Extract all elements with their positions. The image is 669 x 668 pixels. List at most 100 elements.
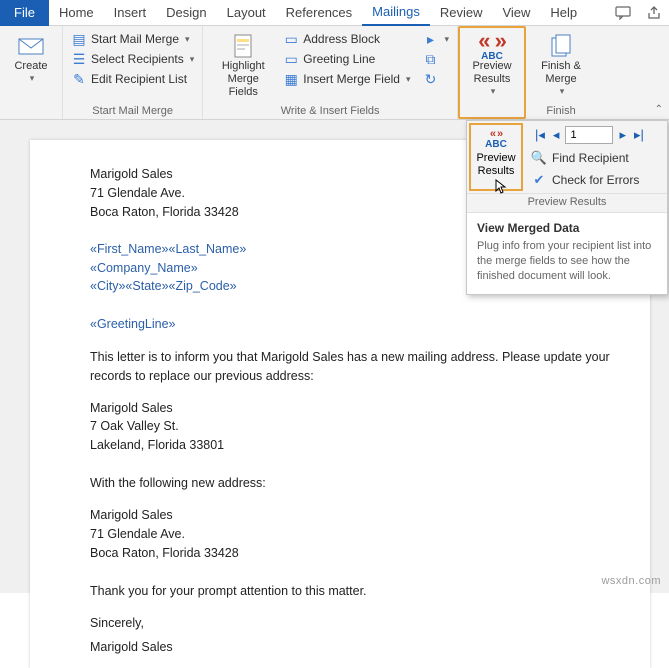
group-write-insert: Highlight Merge Fields ▭ Address Block ▭… — [203, 26, 458, 119]
tab-layout[interactable]: Layout — [217, 0, 276, 26]
finish-merge-label: Finish & Merge — [536, 60, 586, 86]
preview-results-big-button[interactable]: « » ABC Preview Results — [469, 123, 523, 191]
group-create: Create ▾ — [0, 26, 63, 119]
prev-record-button[interactable]: ◂ — [551, 127, 562, 143]
select-recipients-label: Select Recipients — [91, 52, 184, 66]
start-mail-merge-label: Start Mail Merge — [91, 32, 179, 46]
thanks-line: Thank you for your prompt attention to t… — [90, 582, 620, 601]
group-start-mail-merge: ▤ Start Mail Merge ▾ ☰ Select Recipients… — [63, 26, 203, 119]
create-label: Create — [14, 60, 47, 73]
preview-results-button[interactable]: « » ABC Preview Results ▾ — [464, 30, 520, 99]
next-record-button[interactable]: ▸ — [617, 127, 628, 143]
greeting-line-label: Greeting Line — [303, 52, 375, 66]
tab-references[interactable]: References — [276, 0, 362, 26]
tooltip-body: Plug info from your recipient list into … — [477, 239, 657, 284]
tab-design[interactable]: Design — [156, 0, 216, 26]
address-block-button[interactable]: ▭ Address Block — [281, 30, 412, 48]
cursor-icon — [495, 179, 507, 195]
new-addr-csz: Boca Raton, Florida 33428 — [90, 545, 620, 562]
group-label-create — [6, 103, 56, 117]
tab-file[interactable]: File — [0, 0, 49, 26]
finish-merge-button[interactable]: Finish & Merge ▾ — [532, 30, 590, 99]
find-recipient-button[interactable]: 🔍 Find Recipient — [529, 147, 663, 169]
tooltip: View Merged Data Plug info from your rec… — [467, 213, 667, 294]
highlight-merge-fields-button[interactable]: Highlight Merge Fields — [209, 30, 277, 102]
edit-recipient-list-label: Edit Recipient List — [91, 72, 187, 86]
match-fields-button[interactable]: ⧉ — [420, 50, 451, 68]
rules-icon: ▸ — [422, 31, 438, 47]
preview-results-popover: « » ABC Preview Results |◂ ◂ ▸ ▸| 🔍 Find… — [466, 120, 668, 295]
chevron-down-icon: ▾ — [406, 74, 411, 85]
old-addr-name: Marigold Sales — [90, 400, 620, 417]
tab-mailings[interactable]: Mailings — [362, 0, 430, 26]
finish-icon — [549, 32, 573, 60]
check-for-errors-button[interactable]: ✔ Check for Errors — [529, 169, 663, 191]
watermark: wsxdn.com — [601, 575, 661, 587]
insert-merge-field-button[interactable]: ▦ Insert Merge Field ▾ — [281, 70, 412, 88]
tab-help[interactable]: Help — [540, 0, 587, 26]
new-addr-street: 71 Glendale Ave. — [90, 526, 620, 543]
tab-review[interactable]: Review — [430, 0, 493, 26]
address-icon: ▭ — [283, 31, 299, 47]
tooltip-title: View Merged Data — [477, 221, 657, 235]
old-addr-csz: Lakeland, Florida 33801 — [90, 437, 620, 454]
find-recipient-label: Find Recipient — [552, 151, 629, 165]
ribbon: Create ▾ ▤ Start Mail Merge ▾ ☰ Select R… — [0, 26, 669, 120]
greeting-icon: ▭ — [283, 51, 299, 67]
comment-icon[interactable] — [607, 2, 639, 24]
ribbon-tab-bar: File Home Insert Design Layout Reference… — [0, 0, 669, 26]
chevron-down-icon: ▾ — [491, 86, 496, 97]
group-preview-results: « » ABC Preview Results ▾ — [458, 26, 526, 119]
preview-results-big-label: Preview Results — [476, 152, 515, 178]
preview-results-icon: « » ABC — [485, 129, 507, 150]
closing-line: Sincerely, — [90, 614, 620, 633]
preview-results-icon: « » ABC — [478, 32, 506, 60]
last-record-button[interactable]: ▸| — [632, 127, 646, 143]
update-icon: ↻ — [422, 71, 438, 87]
signature-line: Marigold Sales — [90, 639, 620, 656]
collapse-ribbon-icon[interactable]: ⌃ — [655, 104, 663, 115]
preview-results-label: Preview Results — [468, 60, 516, 86]
document-icon: ▤ — [71, 31, 87, 47]
record-number-input[interactable] — [565, 126, 613, 144]
tab-insert[interactable]: Insert — [104, 0, 157, 26]
search-icon: 🔍 — [531, 150, 547, 166]
group-finish: Finish & Merge ▾ Finish — [526, 26, 596, 119]
new-addr-name: Marigold Sales — [90, 507, 620, 524]
match-icon: ⧉ — [422, 51, 438, 67]
tab-view[interactable]: View — [492, 0, 540, 26]
first-record-button[interactable]: |◂ — [533, 127, 547, 143]
chevron-down-icon: ▾ — [444, 34, 449, 45]
body-paragraph-2: With the following new address: — [90, 474, 620, 493]
record-navigator: |◂ ◂ ▸ ▸| — [529, 123, 663, 147]
highlight-label: Highlight Merge Fields — [213, 60, 273, 100]
popover-group-label: Preview Results — [467, 194, 667, 213]
select-recipients-button[interactable]: ☰ Select Recipients ▾ — [69, 50, 196, 68]
highlight-icon — [232, 32, 254, 60]
chevron-down-icon: ▾ — [560, 86, 565, 97]
tab-home[interactable]: Home — [49, 0, 104, 26]
chevron-down-icon: ▾ — [185, 34, 190, 45]
greeting-line-button[interactable]: ▭ Greeting Line — [281, 50, 412, 68]
check-for-errors-label: Check for Errors — [552, 173, 639, 187]
address-block-label: Address Block — [303, 32, 380, 46]
people-icon: ☰ — [71, 51, 87, 67]
edit-list-icon: ✎ — [71, 71, 87, 87]
chevron-down-icon: ▾ — [30, 73, 35, 84]
old-addr-street: 7 Oak Valley St. — [90, 418, 620, 435]
group-label-write-insert: Write & Insert Fields — [209, 103, 451, 117]
body-paragraph-1: This letter is to inform you that Marigo… — [90, 348, 620, 386]
group-label-start: Start Mail Merge — [69, 103, 196, 117]
check-icon: ✔ — [531, 172, 547, 188]
create-button[interactable]: Create ▾ — [6, 30, 56, 86]
merge-field-greeting: «GreetingLine» — [90, 315, 620, 334]
chevron-down-icon: ▾ — [190, 54, 195, 65]
rules-button[interactable]: ▸▾ — [420, 30, 451, 48]
insert-field-icon: ▦ — [283, 71, 299, 87]
update-labels-button[interactable]: ↻ — [420, 70, 451, 88]
start-mail-merge-button[interactable]: ▤ Start Mail Merge ▾ — [69, 30, 196, 48]
edit-recipient-list-button[interactable]: ✎ Edit Recipient List — [69, 70, 196, 88]
share-icon[interactable] — [639, 2, 669, 24]
group-label-finish: Finish — [532, 103, 590, 117]
envelope-icon — [18, 32, 44, 60]
